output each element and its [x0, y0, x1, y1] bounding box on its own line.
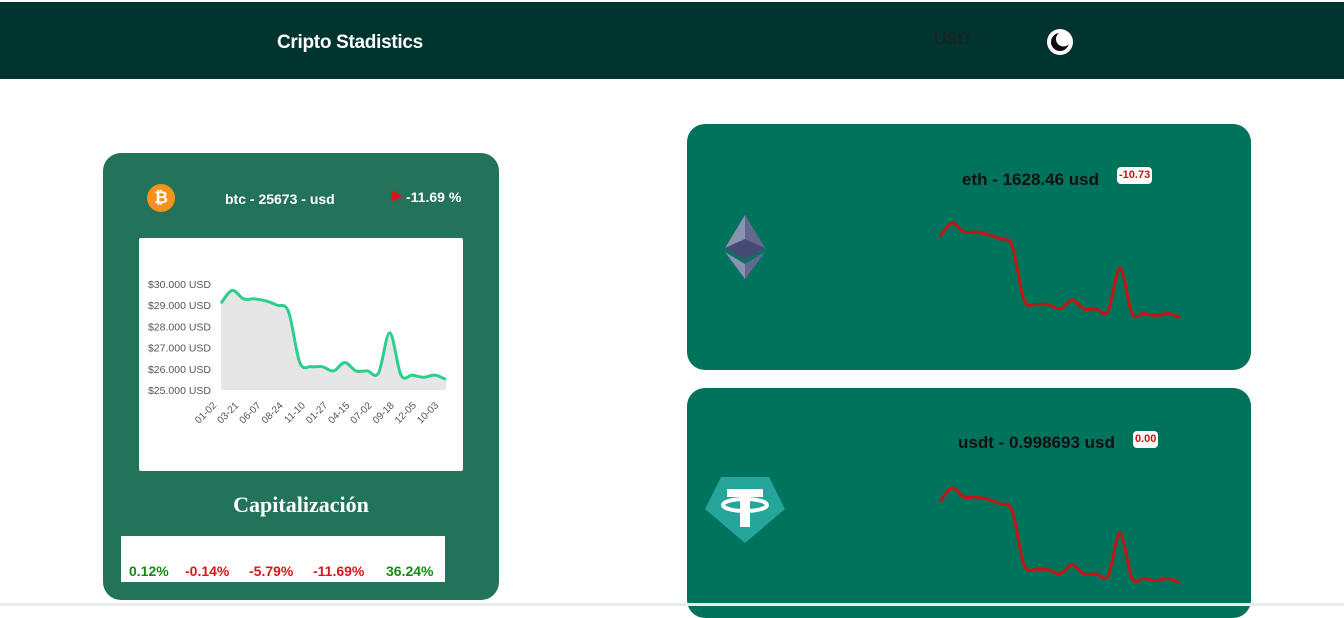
btc-title: btc - 25673 - usd: [225, 191, 335, 207]
x-tick-label: 08-24: [260, 400, 286, 426]
usdt-change-badge: 0.00: [1133, 431, 1159, 448]
x-tick-label: 10-03: [415, 400, 441, 426]
red-flag-icon: [391, 190, 403, 202]
usdt-title: usdt - 0.998693 usd: [958, 433, 1115, 452]
btc-change: -11.69 %: [390, 189, 461, 205]
brand-title[interactable]: Cripto Stadistics: [277, 32, 423, 54]
y-tick-label: $30.000 USD: [148, 279, 211, 291]
bitcoin-icon: ₿: [147, 184, 175, 212]
x-tick-label: 01-27: [304, 400, 330, 426]
btc-chart-svg: $30.000 USD $29.000 USD $28.000 USD $27.000…: [148, 279, 447, 426]
btc-change-value: -11.69 %: [406, 189, 462, 205]
capitalization-title: Capitalización: [233, 492, 369, 517]
x-tick-label: 04-15: [326, 400, 352, 426]
eth-change-badge: -10.73: [1117, 167, 1153, 184]
btc-card: ₿ btc - 25673 - usd -11.69 % $30.000 USD…: [103, 153, 499, 600]
currency-value: USD: [934, 29, 970, 48]
cap-value-5: 36.24%: [386, 563, 434, 579]
chevron-down-icon: ⌄: [975, 32, 986, 45]
cap-value-4: -11.69%: [313, 563, 365, 579]
eth-sparkline: [938, 221, 1181, 320]
y-tick-label: $25.000 USD: [148, 385, 211, 397]
usdt-sparkline: [938, 486, 1181, 585]
cap-value-1: 0.12%: [129, 563, 169, 579]
capitalization-values: 0.12% -0.14% -5.79% -11.69% 36.24%: [121, 536, 445, 582]
y-tick-label: $26.000 USD: [148, 364, 211, 376]
x-tick-label: 11-10: [283, 400, 309, 426]
x-tick-label: 03-21: [215, 400, 241, 426]
eth-card[interactable]: eth - 1628.46 usd -10.73: [687, 124, 1251, 370]
eth-title: eth - 1628.46 usd: [962, 170, 1100, 189]
cap-value-2: -0.14%: [185, 563, 230, 579]
theme-toggle-button[interactable]: [1047, 29, 1073, 55]
x-tick-label: 06-07: [238, 400, 264, 426]
cap-value-3: -5.79%: [249, 563, 294, 579]
x-tick-label: 07-02: [349, 400, 375, 426]
y-tick-label: $29.000 USD: [148, 300, 211, 312]
y-tick-label: $27.000 USD: [148, 343, 211, 355]
moon-icon: [1051, 31, 1071, 51]
tether-icon: [705, 477, 785, 543]
sparkline-path: [938, 221, 1181, 320]
x-tick-label: 01-02: [193, 400, 219, 426]
y-tick-label: $28.000 USD: [148, 321, 211, 333]
ethereum-icon: [725, 215, 765, 279]
x-tick-label: 09-18: [371, 400, 397, 426]
currency-select[interactable]: USD ⌄: [934, 29, 985, 49]
sparkline-path: [938, 486, 1181, 585]
x-tick-label: 12-05: [393, 400, 419, 426]
btc-price-chart: $30.000 USD $29.000 USD $28.000 USD $27.000…: [139, 238, 463, 471]
top-navbar: Cripto Stadistics USD ⌄: [0, 2, 1344, 79]
usdt-card[interactable]: usdt - 0.998693 usd 0.00: [687, 388, 1251, 618]
